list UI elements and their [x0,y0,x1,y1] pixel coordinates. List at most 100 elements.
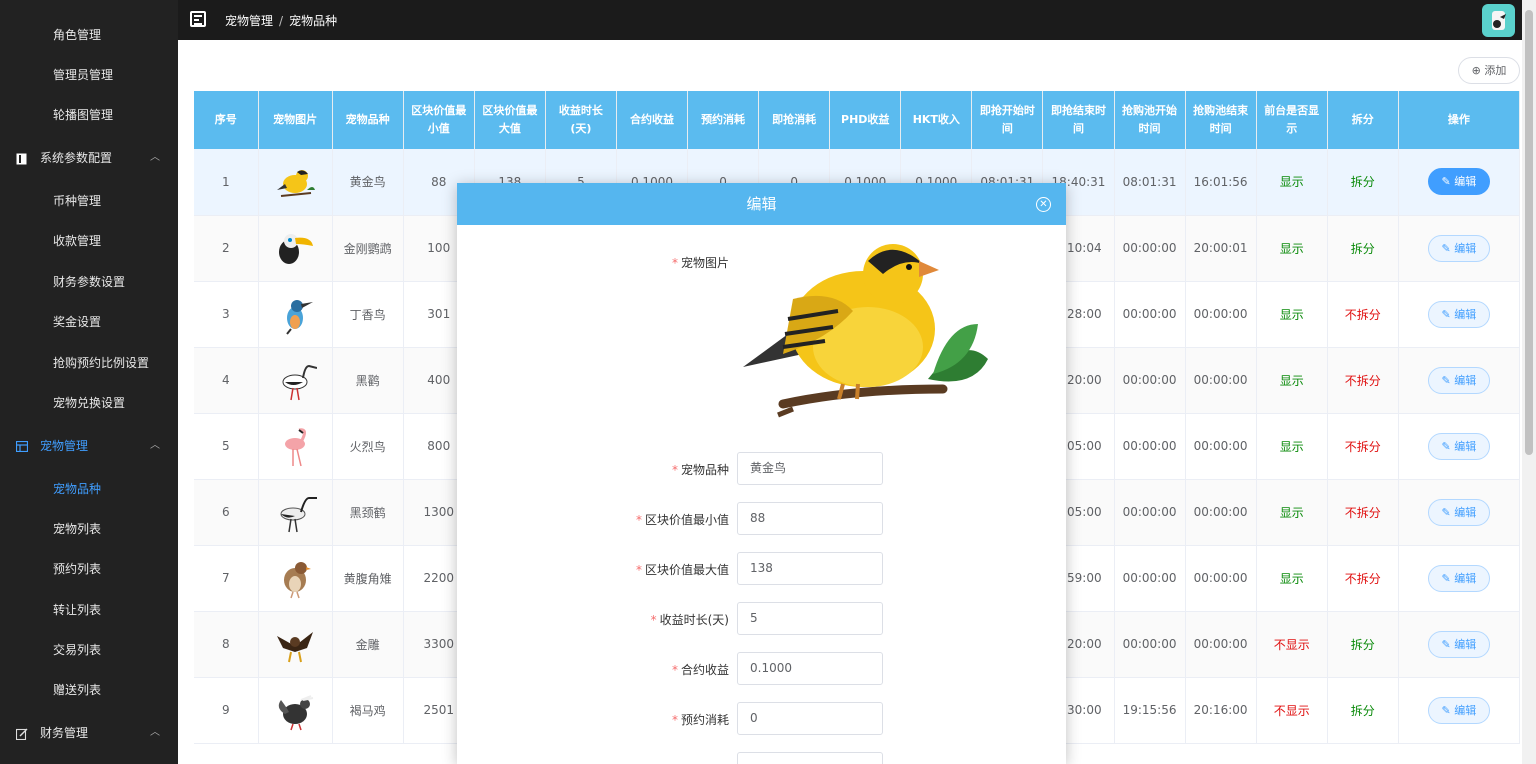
block-max-input[interactable]: 138 [737,552,883,585]
cell-breed: 褐马鸡 [332,677,404,744]
menu-toggle-icon[interactable] [190,11,206,27]
chevron-up-icon: ︿ [150,440,160,451]
sidebar-item-label: 币种管理 [53,194,102,208]
sidebar-item-transfer-list[interactable]: 转让列表 [0,590,178,630]
reserve-cost-input[interactable]: 0 [737,702,883,735]
sidebar-group-label: 财务管理 [40,726,89,740]
pencil-icon: ✎ [1441,175,1455,189]
cell-actions: ✎ 编辑 [1398,413,1521,480]
pencil-icon: ✎ [1441,505,1455,519]
edit-dialog: 编辑 ✕ * 宠物图片 * 宠物品种 黄金鸟 * 区块价值最小值 88 * 区块价值最大… [457,183,1066,764]
cell-pet-image [258,611,333,678]
sidebar-item-pet-exchange[interactable]: 宠物兑换设置 [0,383,178,423]
col-header: 抢购池开始时间 [1114,91,1186,149]
chevron-up-icon: ︿ [150,152,160,163]
sidebar-item-currency[interactable]: 币种管理 [0,181,178,221]
field-label-reserve-cost: * 预约消耗 [671,713,729,727]
close-icon[interactable]: ✕ [1036,197,1051,212]
contract-yield-input[interactable]: 0.1000 [737,652,883,685]
cell-breed: 黄腹角雉 [332,545,404,612]
cell-pet-image [258,677,333,744]
edit-button-label: 编辑 [1454,439,1477,453]
edit-button[interactable]: ✎ 编辑 [1427,696,1490,724]
sidebar-item-pet-breed[interactable]: 宠物品种 [0,469,178,509]
cell-pool-start: 00:00:00 [1114,545,1186,612]
pencil-icon: ✎ [1441,571,1455,585]
cell-breed: 黄金鸟 [332,149,404,216]
page-scrollbar[interactable] [1522,0,1536,764]
col-header: 抢购池结束时间 [1185,91,1257,149]
cell-index: 5 [194,413,259,480]
cell-pool-start: 00:00:00 [1114,413,1186,480]
breadcrumb-item[interactable]: 宠物管理 [225,14,273,28]
cell-pet-image [258,545,333,612]
yield-days-input[interactable]: 5 [737,602,883,635]
top-header: 宠物管理 / 宠物品种 [178,0,1536,40]
cell-pool-start: 08:01:31 [1114,149,1186,216]
edit-button[interactable]: ✎ 编辑 [1427,630,1490,658]
sidebar-item-role-management[interactable]: 角色管理 [0,15,178,55]
cell-pool-end: 16:01:56 [1185,149,1257,216]
sidebar-item-label: 预约列表 [53,562,102,576]
edit-button[interactable]: ✎ 编辑 [1427,168,1490,196]
sidebar-item-label: 宠物兑换设置 [53,396,126,410]
col-header: 前台是否显示 [1256,91,1328,149]
cell-actions: ✎ 编辑 [1398,347,1521,414]
add-button[interactable]: ⊕ 添加 [1458,57,1520,84]
sidebar-group-pet-management[interactable]: 宠物管理 ︿ [0,426,178,466]
chevron-up-icon: ︿ [150,727,160,738]
cell-breed: 金刚鹦鹉 [332,215,404,282]
sidebar-item-trade-list[interactable]: 交易列表 [0,630,178,670]
field-label-contract-yield: * 合约收益 [671,663,729,677]
cell-pool-end: 00:00:00 [1185,347,1257,414]
pencil-icon: ✎ [1441,373,1455,387]
cell-pool-end: 00:00:00 [1185,611,1257,678]
next-field-input[interactable] [737,752,883,764]
cell-pool-start: 00:00:00 [1114,215,1186,282]
sidebar-item-payment[interactable]: 收款管理 [0,221,178,261]
cell-display-status: 显示 [1256,215,1328,282]
cell-display-status: 显示 [1256,347,1328,414]
pet-image-preview[interactable] [733,239,999,429]
edit-button[interactable]: ✎ 编辑 [1427,234,1490,262]
sidebar-item-admin-management[interactable]: 管理员管理 [0,55,178,95]
cell-index: 1 [194,149,259,216]
cell-index: 3 [194,281,259,348]
sidebar-item-gift-list[interactable]: 赠送列表 [0,670,178,710]
cell-actions: ✎ 编辑 [1398,545,1521,612]
pet-thumbnail [277,632,314,663]
sidebar-item-label: 交易列表 [53,643,102,657]
col-header: 宠物品种 [332,91,404,149]
sidebar-item-reserve-ratio[interactable]: 抢购预约比例设置 [0,343,178,383]
edit-button[interactable]: ✎ 编辑 [1427,498,1490,526]
sidebar-group-system-config[interactable]: 系统参数配置 ︿ [0,138,178,178]
block-min-input[interactable]: 88 [737,502,883,535]
edit-button[interactable]: ✎ 编辑 [1427,432,1490,460]
cell-actions: ✎ 编辑 [1398,149,1521,216]
cell-display-status: 显示 [1256,545,1328,612]
sidebar-item-finance-params[interactable]: 财务参数设置 [0,262,178,302]
sidebar-item-pet-list[interactable]: 宠物列表 [0,509,178,549]
edit-button[interactable]: ✎ 编辑 [1427,300,1490,328]
cell-split-status: 拆分 [1327,215,1399,282]
col-header: 即抢开始时间 [971,91,1044,149]
col-header: HKT收入 [900,91,973,149]
cell-pool-start: 00:00:00 [1114,347,1186,414]
cell-pool-end: 20:16:00 [1185,677,1257,744]
edit-button-label: 编辑 [1454,373,1477,387]
sidebar-item-label: 轮播图管理 [53,108,114,122]
edit-button[interactable]: ✎ 编辑 [1427,366,1490,394]
edit-button[interactable]: ✎ 编辑 [1427,564,1490,592]
sidebar-item-bonus-settings[interactable]: 奖金设置 [0,302,178,342]
sidebar-item-label: 奖金设置 [53,315,102,329]
sidebar-group-finance[interactable]: 财务管理 ︿ [0,713,178,753]
sidebar-item-reserve-list[interactable]: 预约列表 [0,549,178,589]
breed-input[interactable]: 黄金鸟 [737,452,883,485]
cell-split-status: 拆分 [1327,149,1399,216]
cell-display-status: 显示 [1256,413,1328,480]
avatar[interactable] [1482,4,1515,37]
col-header: 区块价值最大值 [474,91,546,149]
scrollbar-thumb[interactable] [1525,10,1533,455]
sidebar-item-label: 转让列表 [53,603,102,617]
sidebar-item-banner-management[interactable]: 轮播图管理 [0,95,178,135]
